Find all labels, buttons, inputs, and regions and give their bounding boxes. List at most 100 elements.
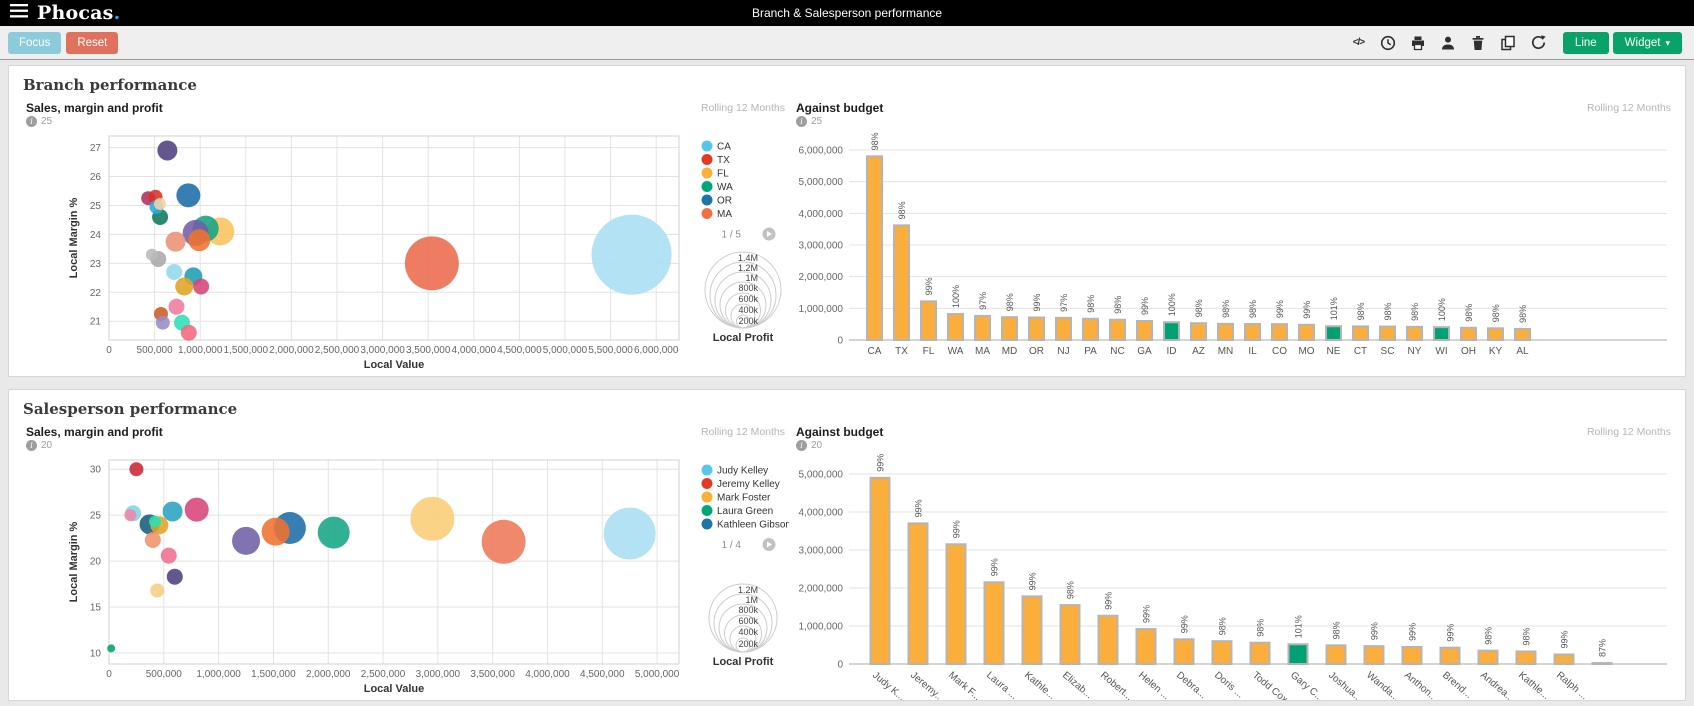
svg-text:Robert...: Robert...	[1098, 670, 1134, 701]
svg-text:99%: 99%	[876, 454, 886, 472]
svg-text:600k: 600k	[738, 616, 758, 626]
print-icon[interactable]	[1410, 34, 1427, 51]
svg-text:Mark F...: Mark F...	[946, 670, 982, 701]
svg-text:3,000,000: 3,000,000	[416, 669, 461, 680]
svg-text:Mark Foster: Mark Foster	[717, 493, 771, 504]
svg-text:100%: 100%	[951, 285, 961, 308]
svg-text:ID: ID	[1167, 346, 1177, 357]
svg-text:100%: 100%	[1167, 293, 1177, 316]
svg-text:5,500,000: 5,500,000	[588, 345, 633, 356]
svg-text:98%: 98%	[897, 201, 907, 219]
svg-text:101%: 101%	[1329, 297, 1339, 320]
svg-text:22: 22	[90, 288, 102, 299]
svg-text:WA: WA	[948, 346, 964, 357]
focus-button[interactable]: Focus	[8, 32, 61, 54]
chart-title: Sales, margin and profit	[26, 425, 163, 439]
svg-text:CT: CT	[1354, 346, 1367, 357]
chart-info: i20	[26, 440, 163, 451]
branch-budget-chart[interactable]: Against budget i25 Rolling 12 Months 6,0…	[789, 94, 1675, 377]
line-button[interactable]: Line	[1563, 32, 1609, 54]
info-icon: i	[796, 440, 807, 451]
svg-text:98%: 98%	[1221, 300, 1231, 318]
chart-info: i25	[26, 116, 163, 127]
chart-info: i20	[796, 440, 883, 451]
svg-text:99%: 99%	[1028, 572, 1038, 590]
salesperson-bubble-chart[interactable]: Sales, margin and profit i20 Rolling 12 …	[19, 418, 789, 701]
widget-button[interactable]: Widget▾	[1613, 32, 1682, 54]
svg-text:20: 20	[90, 557, 102, 568]
svg-text:99%: 99%	[1446, 624, 1456, 642]
svg-text:1M: 1M	[745, 595, 758, 605]
svg-text:NC: NC	[1110, 346, 1124, 357]
svg-text:200k: 200k	[738, 639, 758, 649]
svg-text:MD: MD	[1002, 346, 1018, 357]
svg-text:AZ: AZ	[1192, 346, 1205, 357]
salesperson-budget-plot[interactable]: 5,000,0004,000,0003,000,0002,000,0001,00…	[789, 454, 1675, 701]
svg-text:0: 0	[837, 336, 843, 347]
svg-text:6,000,000: 6,000,000	[634, 345, 679, 356]
period-label: Rolling 12 Months	[1587, 425, 1671, 438]
svg-text:1M: 1M	[745, 273, 758, 283]
salesperson-bubble-plot[interactable]: 30252015100500,0001,000,0001,500,0002,00…	[19, 454, 789, 701]
svg-text:3,500,000: 3,500,000	[470, 669, 515, 680]
svg-text:4,000,000: 4,000,000	[525, 669, 570, 680]
svg-text:Kathle...: Kathle...	[1516, 670, 1551, 701]
svg-text:KY: KY	[1489, 346, 1503, 357]
svg-text:Jeremy Kelley: Jeremy Kelley	[717, 479, 780, 490]
period-label: Rolling 12 Months	[701, 101, 785, 114]
trash-icon[interactable]	[1470, 34, 1487, 51]
svg-text:NE: NE	[1327, 346, 1341, 357]
copy-icon[interactable]	[1500, 34, 1517, 51]
branch-bubble-chart[interactable]: Sales, margin and profit i25 Rolling 12 …	[19, 94, 789, 377]
svg-text:98%: 98%	[1484, 627, 1494, 645]
reset-button[interactable]: Reset	[66, 32, 118, 54]
svg-text:400k: 400k	[738, 305, 758, 315]
svg-text:97%: 97%	[978, 292, 988, 310]
svg-text:98%: 98%	[1356, 302, 1366, 320]
svg-text:97%: 97%	[1059, 294, 1069, 312]
svg-text:98%: 98%	[1518, 305, 1528, 323]
svg-text:Doris ...: Doris ...	[1212, 670, 1245, 701]
svg-text:1 / 5: 1 / 5	[722, 230, 742, 241]
svg-text:4,500,000: 4,500,000	[580, 669, 625, 680]
svg-text:24: 24	[90, 230, 102, 241]
svg-text:1.4M: 1.4M	[738, 253, 758, 263]
svg-text:5,000,000: 5,000,000	[799, 177, 844, 188]
user-icon[interactable]	[1440, 34, 1457, 51]
history-icon[interactable]	[1380, 34, 1397, 51]
page-title: Branch & Salesperson performance	[0, 6, 1694, 20]
svg-text:99%: 99%	[1302, 301, 1312, 319]
svg-text:WA: WA	[717, 182, 733, 193]
svg-text:98%: 98%	[1066, 581, 1076, 599]
svg-text:27: 27	[90, 143, 102, 154]
svg-text:200k: 200k	[738, 316, 758, 326]
svg-text:10: 10	[90, 648, 102, 659]
period-label: Rolling 12 Months	[701, 425, 785, 438]
svg-text:6,000,000: 6,000,000	[799, 146, 844, 157]
svg-text:Local Margin %: Local Margin %	[68, 521, 80, 602]
salesperson-budget-chart[interactable]: Against budget i20 Rolling 12 Months 5,0…	[789, 418, 1675, 701]
svg-text:0: 0	[837, 660, 843, 671]
toolbar-icons: </>	[1350, 34, 1547, 51]
svg-text:99%: 99%	[1560, 630, 1570, 648]
svg-text:99%: 99%	[952, 520, 962, 538]
svg-text:3,000,000: 3,000,000	[799, 241, 844, 252]
svg-text:Debra...: Debra...	[1174, 670, 1208, 701]
svg-text:IL: IL	[1248, 346, 1257, 357]
svg-text:2,000,000: 2,000,000	[269, 345, 314, 356]
branch-bubble-plot[interactable]: 272625242322210500,0001,000,0001,500,000…	[19, 130, 789, 377]
svg-text:Laura Green: Laura Green	[717, 506, 773, 517]
refresh-icon[interactable]	[1530, 34, 1547, 51]
svg-text:25: 25	[90, 511, 102, 522]
code-icon[interactable]: </>	[1350, 34, 1367, 51]
chart-title: Against budget	[796, 425, 883, 439]
svg-text:99%: 99%	[1180, 615, 1190, 633]
svg-text:101%: 101%	[1294, 615, 1304, 638]
svg-text:500,000: 500,000	[146, 669, 183, 680]
branch-budget-plot[interactable]: 6,000,0005,000,0004,000,0003,000,0002,00…	[789, 130, 1675, 377]
svg-text:OR: OR	[717, 196, 732, 207]
info-count: 25	[41, 116, 52, 127]
svg-text:99%: 99%	[1408, 623, 1418, 641]
svg-text:2,500,000: 2,500,000	[315, 345, 360, 356]
svg-text:25: 25	[90, 201, 102, 212]
